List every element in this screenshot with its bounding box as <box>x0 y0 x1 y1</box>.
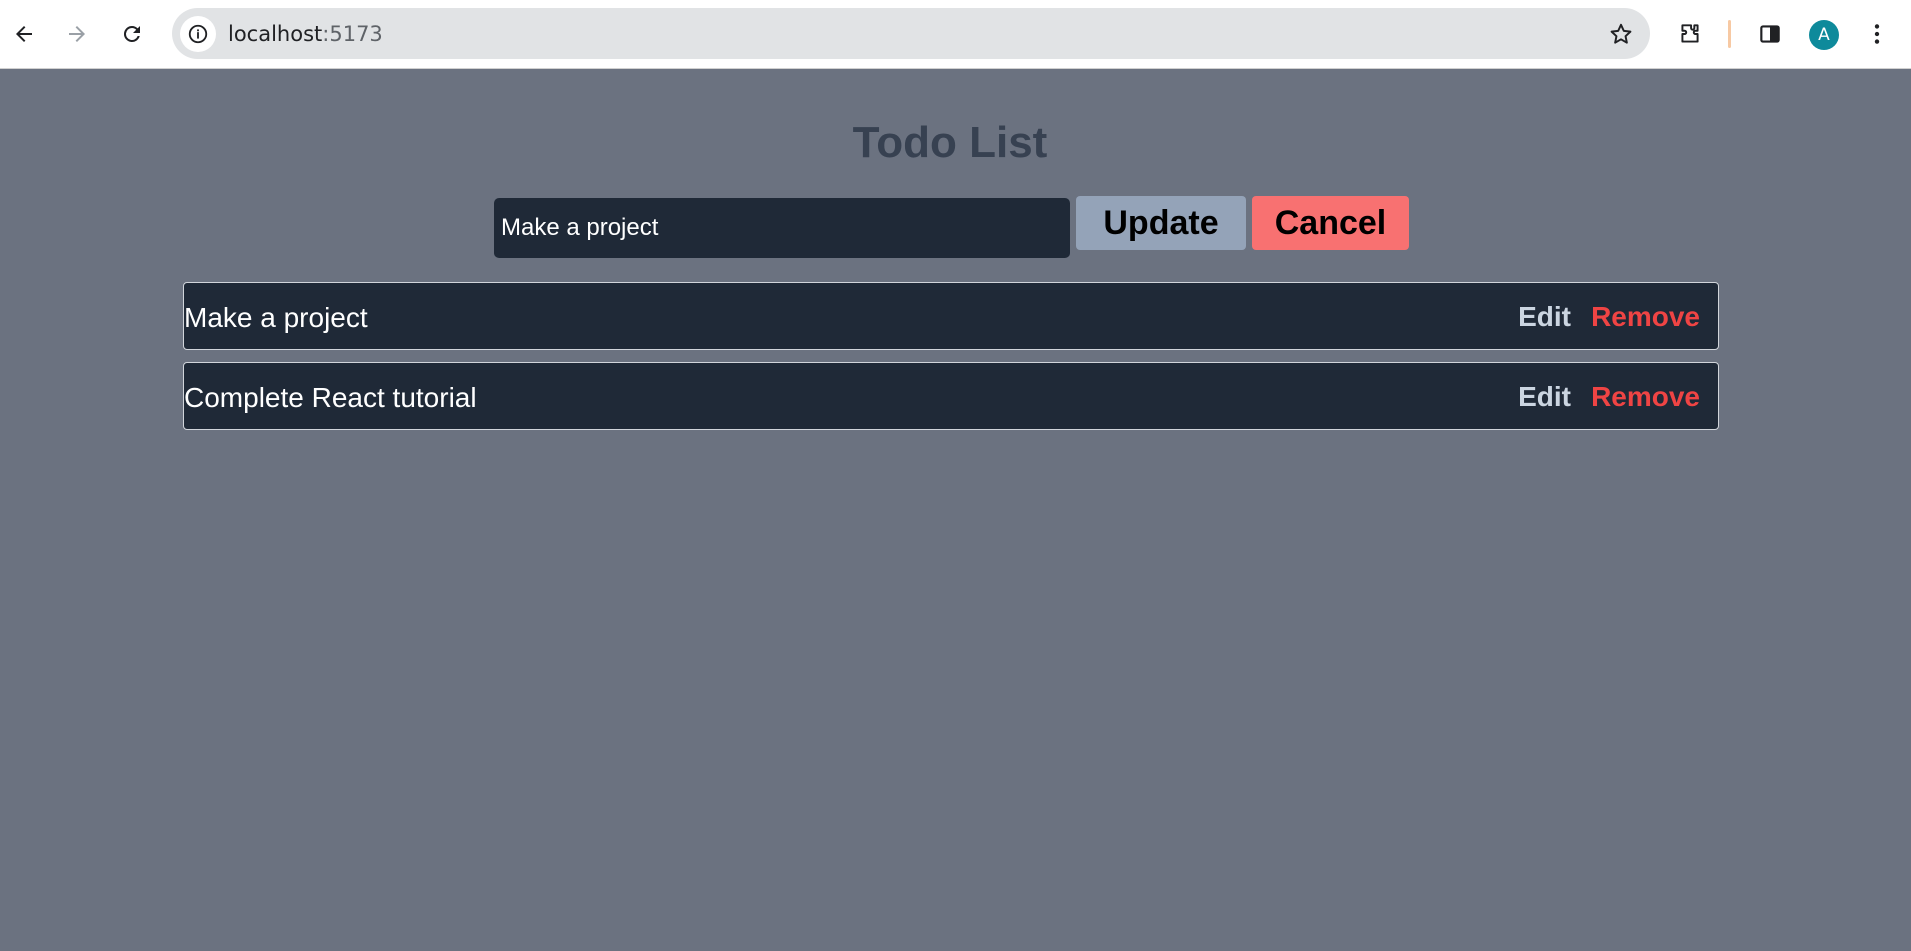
back-arrow-icon[interactable] <box>2 12 46 56</box>
cancel-button[interactable]: Cancel <box>1252 196 1409 250</box>
page-title: Todo List <box>852 118 1048 167</box>
url-port: :5173 <box>322 22 383 46</box>
avatar[interactable]: A <box>1809 20 1839 50</box>
edit-button[interactable]: Edit <box>1518 301 1571 333</box>
forward-arrow-icon[interactable] <box>55 12 99 56</box>
remove-button[interactable]: Remove <box>1591 301 1700 333</box>
side-panel-icon[interactable] <box>1748 12 1792 56</box>
remove-button[interactable]: Remove <box>1591 381 1700 413</box>
todo-text: Make a project <box>184 302 368 333</box>
update-button[interactable]: Update <box>1076 196 1246 250</box>
edit-button[interactable]: Edit <box>1518 381 1571 413</box>
star-icon[interactable] <box>1606 19 1636 49</box>
todo-item: Make a project Edit Remove <box>183 282 1719 350</box>
todo-item: Complete React tutorial Edit Remove <box>183 362 1719 430</box>
url-text: localhost:5173 <box>228 22 383 46</box>
info-icon[interactable] <box>180 16 216 52</box>
extensions-icon[interactable] <box>1668 12 1712 56</box>
toolbar-divider <box>1728 20 1731 48</box>
address-bar[interactable]: localhost:5173 <box>172 8 1650 59</box>
todo-text: Complete React tutorial <box>184 382 477 413</box>
browser-toolbar: localhost:5173 A <box>0 0 1911 69</box>
url-host: localhost <box>228 22 323 46</box>
reload-icon[interactable] <box>110 12 154 56</box>
todo-input[interactable] <box>494 198 1070 258</box>
more-menu-icon[interactable] <box>1855 12 1899 56</box>
